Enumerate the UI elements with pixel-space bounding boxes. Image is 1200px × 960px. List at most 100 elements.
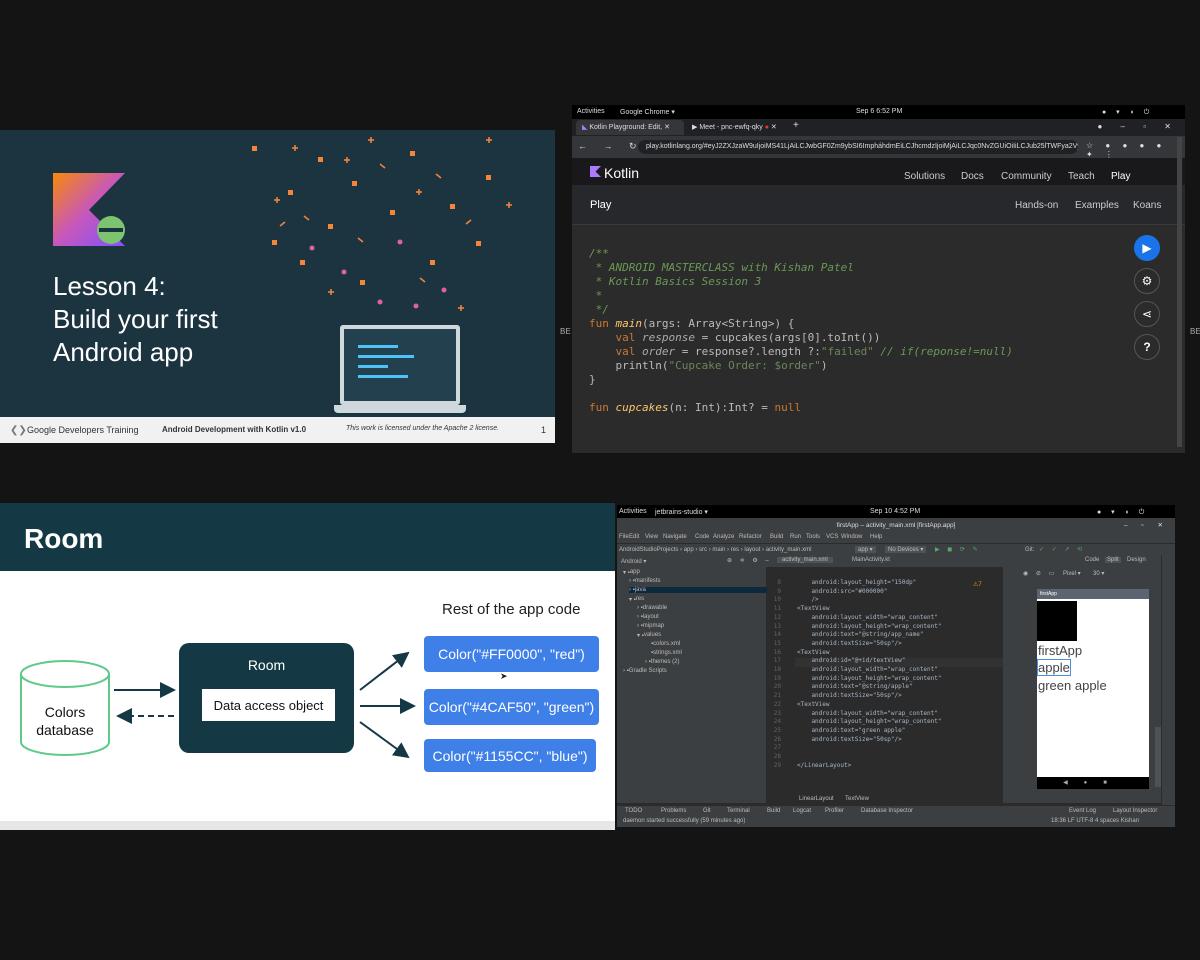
code-editor[interactable]: /** * ANDROID MASTERCLASS with Kishan Pa…: [589, 247, 1013, 415]
api-select[interactable]: 30 ▾: [1093, 570, 1104, 577]
nav-docs[interactable]: Docs: [961, 171, 984, 182]
window-controls[interactable]: – ▫ ✕: [1124, 521, 1169, 529]
mode-design[interactable]: Design: [1127, 557, 1146, 563]
tool-terminal[interactable]: Terminal: [727, 808, 750, 814]
tree-gradle-scripts[interactable]: › ▪ Gradle Scripts: [623, 668, 667, 674]
kotlin-header: Kotlin Solutions Docs Community Teach Pl…: [572, 158, 1185, 190]
side-label-left: BE: [560, 327, 571, 336]
share-button[interactable]: ⋖: [1134, 301, 1160, 327]
tool-profiler[interactable]: Profiler: [825, 808, 844, 814]
footer-course: Android Development with Kotlin v1.0: [162, 425, 307, 434]
kotlin-brand[interactable]: Kotlin: [604, 165, 639, 181]
play-icon: ▶: [1142, 241, 1152, 255]
window-controls[interactable]: ● – ▫ ✕: [1098, 122, 1180, 131]
close-icon[interactable]: ✕: [664, 124, 670, 131]
xml-editor[interactable]: 8 9 10 11 12 13 14 15 16 17 18 19 20 21 …: [767, 567, 1003, 803]
help-button[interactable]: ?: [1134, 334, 1160, 360]
crumb-linearlayout[interactable]: LinearLayout: [799, 796, 834, 802]
preview-text-2: apple: [1037, 659, 1071, 676]
rest-label: Rest of the app code: [442, 601, 581, 618]
tree-strings-xml[interactable]: ▪ strings.xml: [651, 650, 682, 656]
subnav-examples[interactable]: Examples: [1075, 200, 1119, 211]
scrollbar[interactable]: [1177, 137, 1182, 447]
menu-build[interactable]: Build: [770, 534, 783, 540]
breadcrumb[interactable]: AndroidStudioProjects › app › src › main…: [619, 547, 811, 553]
menu-file[interactable]: File: [619, 534, 629, 540]
device-select[interactable]: Pixel ▾: [1063, 570, 1081, 577]
tab-kotlin-playground[interactable]: ◣ Kotlin Playground: Edit, ✕: [576, 120, 684, 135]
menu-run[interactable]: Run: [790, 534, 801, 540]
lesson-title: Lesson 4: Build your first Android app: [53, 271, 218, 367]
menu-analyze[interactable]: Analyze: [713, 534, 734, 540]
tree-themes[interactable]: › ▪ themes (2): [645, 659, 679, 665]
new-tab-icon[interactable]: +: [790, 120, 806, 135]
nav-community[interactable]: Community: [1001, 171, 1052, 182]
address-bar-row: ← → ↻ ⌂ play.kotlinlang.org/#eyJ2ZXJzaW9…: [572, 136, 1185, 159]
run-config-select[interactable]: app ▾: [855, 546, 876, 553]
system-tray-icons[interactable]: ● ▾ ◖ ⏻: [1097, 508, 1148, 517]
project-toolbar-icons[interactable]: ⊕ ≑ ⚙ –: [727, 557, 772, 564]
tree-values[interactable]: ▾ ▪ values: [637, 632, 661, 639]
settings-button[interactable]: ⚙: [1134, 268, 1160, 294]
subnav-koans[interactable]: Koans: [1133, 200, 1161, 211]
tree-colors-xml[interactable]: ▪ colors.xml: [651, 641, 680, 647]
tool-problems[interactable]: Problems: [661, 808, 686, 814]
tool-event-log[interactable]: Event Log: [1069, 808, 1096, 814]
mode-code[interactable]: Code: [1085, 557, 1099, 563]
system-tray-icons[interactable]: ● ▾ ◖ ⏻: [1102, 108, 1153, 117]
activities-button[interactable]: Activities: [577, 108, 605, 115]
menu-window[interactable]: Window: [841, 534, 862, 540]
nav-solutions[interactable]: Solutions: [904, 171, 945, 182]
tree-drawable[interactable]: › ▪ drawable: [637, 605, 667, 611]
preview-toolbar-icons[interactable]: ◉ ⊘ ▭: [1023, 570, 1057, 577]
clock: Sep 10 4:52 PM: [870, 508, 921, 515]
menu-navigate[interactable]: Navigate: [663, 534, 687, 540]
tool-todo[interactable]: TODO: [625, 808, 642, 814]
tool-build[interactable]: Build: [767, 808, 780, 814]
menu-view[interactable]: View: [645, 534, 658, 540]
palette-strip[interactable]: [1003, 567, 1011, 803]
xml-code[interactable]: android:layout_height="150dp" android:sr…: [797, 579, 942, 770]
tree-app[interactable]: ▾ ▪ app: [623, 569, 640, 576]
tree-res[interactable]: ▾ ▪ res: [629, 596, 644, 603]
run-button[interactable]: ▶: [1134, 235, 1160, 261]
tool-database-inspector[interactable]: Database Inspector: [861, 808, 913, 814]
url-input[interactable]: play.kotlinlang.org/#eyJ2ZXJzaW9uIjoiMS4…: [638, 140, 1078, 154]
app-menu[interactable]: jetbrains-studio ▾: [655, 508, 708, 516]
menu-help[interactable]: Help: [870, 534, 882, 540]
menu-refactor[interactable]: Refactor: [739, 534, 762, 540]
extension-icons[interactable]: ☆ ● ● ● ● ✦ ⋮: [1086, 141, 1185, 159]
tab-main-activity[interactable]: MainActivity.kt: [847, 557, 895, 563]
close-icon[interactable]: ✕: [771, 124, 777, 131]
os-top-bar: Activities Google Chrome ▾ Sep 6 6:52 PM…: [572, 105, 1185, 119]
tree-layout[interactable]: › ▪ layout: [637, 614, 659, 620]
color-green-box: Color("#4CAF50", "green"): [424, 689, 599, 725]
menu-vcs[interactable]: VCS: [826, 534, 838, 540]
menu-edit[interactable]: Edit: [629, 534, 639, 540]
run-icons[interactable]: ▶ ◼ ⟳ ✎: [935, 546, 981, 553]
tool-git[interactable]: Git: [703, 808, 711, 814]
project-view-select[interactable]: Android ▾: [621, 558, 646, 565]
mode-split[interactable]: Split: [1105, 557, 1121, 563]
tab-meet[interactable]: ▶ Meet - pnc-ewfq-qky ● ✕: [686, 120, 786, 135]
nav-teach[interactable]: Teach: [1068, 171, 1095, 182]
tool-layout-inspector[interactable]: Layout Inspector: [1113, 808, 1157, 814]
status-right[interactable]: 18:36 LF UTF-8 4 spaces Kishan: [1051, 818, 1139, 824]
app-menu[interactable]: Google Chrome ▾: [620, 108, 675, 116]
tree-java[interactable]: › ▪ java: [629, 587, 767, 593]
git-icons[interactable]: ✓ ✓ ↗ ⟲: [1039, 546, 1085, 553]
tab-activity-main[interactable]: activity_main.xml: [777, 557, 833, 563]
tree-manifests[interactable]: › ▪ manifests: [629, 578, 660, 584]
right-tool-strip[interactable]: [1161, 555, 1175, 805]
device-select[interactable]: No Devices ▾: [885, 546, 927, 553]
activities-button[interactable]: Activities: [619, 508, 647, 515]
menu-tools[interactable]: Tools: [806, 534, 820, 540]
menu-code[interactable]: Code: [695, 534, 709, 540]
navigation-toolbar: AndroidStudioProjects › app › src › main…: [617, 543, 1175, 555]
tree-mipmap[interactable]: › ▪ mipmap: [637, 623, 664, 629]
crumb-textview[interactable]: TextView: [845, 796, 869, 802]
subnav-hands-on[interactable]: Hands-on: [1015, 200, 1058, 211]
tool-logcat[interactable]: Logcat: [793, 808, 811, 814]
footer-page: 1: [541, 425, 547, 435]
warning-indicator[interactable]: ⚠7: [973, 581, 982, 588]
